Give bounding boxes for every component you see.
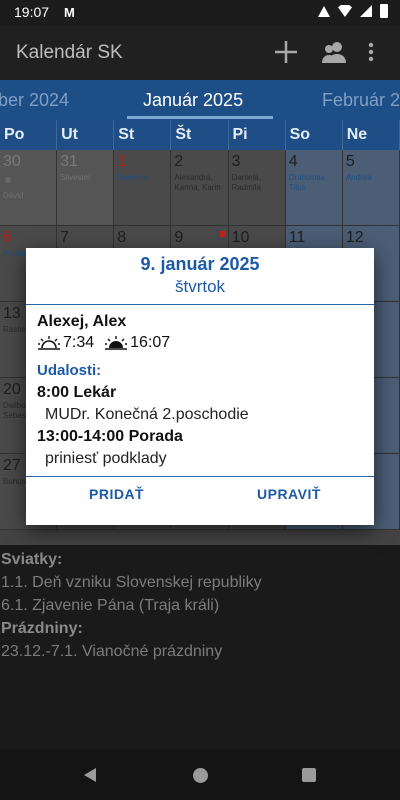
alert-icon [318, 5, 330, 17]
status-time: 19:07 [14, 4, 50, 20]
day-number: 1 [117, 153, 127, 170]
day-names: Andrea [345, 173, 372, 182]
holidays-label: Sviatky: [1, 551, 63, 568]
event-title[interactable]: 13:00-14:00 Porada [37, 428, 183, 446]
event-title[interactable]: 8:00 Lekár [37, 384, 116, 402]
moon-phase-icon [5, 176, 11, 183]
day-number: 30 [3, 153, 21, 170]
battery-icon [380, 4, 388, 18]
navigation-bar [0, 750, 400, 800]
gmail-icon: M [64, 5, 75, 20]
system-icons [318, 4, 388, 18]
weekday-label: Ne [343, 120, 400, 150]
add-button[interactable]: PRIDAŤ [89, 486, 144, 502]
day-number: 11 [288, 229, 306, 246]
weekday-label: Št [171, 120, 229, 150]
add-icon[interactable] [272, 38, 300, 71]
nameday-names: Alexej, Alex [37, 313, 127, 330]
day-number: 6 [3, 229, 12, 246]
calendar-day-cell[interactable]: 3 Daniela, Radmila [228, 150, 286, 226]
month-indicator [127, 116, 273, 119]
day-detail-dialog: 9. január 2025 štvrtok Alexej, Alex 7:34 [26, 248, 374, 525]
event-marker-icon [220, 231, 227, 237]
sunset-time: 16:07 [130, 334, 171, 351]
home-icon[interactable] [193, 768, 208, 783]
calendar-day-cell[interactable]: 5 Andrea [342, 150, 400, 226]
app-title: Kalendár SK [16, 42, 123, 63]
day-number: 4 [288, 153, 298, 170]
calendar-day-cell[interactable]: 4 Drahoslav, Titus [285, 150, 343, 226]
day-number: 5 [345, 153, 355, 170]
weekday-label: So [286, 120, 343, 150]
weekday-header: Po Ut St Št Pi So Ne [0, 120, 400, 150]
weekday-label: Ut [57, 120, 115, 150]
event-description[interactable]: MUDr. Konečná 2.poschodie [45, 406, 249, 424]
dialog-date: 9. január 2025 [140, 254, 260, 274]
back-icon[interactable] [84, 768, 96, 782]
dialog-weekday: štvrtok [174, 277, 226, 296]
sunrise-icon [37, 335, 61, 351]
month-previous[interactable]: ber 2024 [0, 90, 69, 111]
more-vert-icon[interactable] [366, 38, 376, 71]
recents-icon[interactable] [302, 768, 316, 782]
month-current[interactable]: Január 2025 [143, 90, 243, 111]
action-bar: Kalendár SK [0, 26, 400, 80]
day-names: Alexandra, Karina, Karin [174, 173, 221, 192]
month-next[interactable]: Február 2 [322, 90, 400, 111]
day-number: 3 [231, 153, 241, 170]
dialog-divider [26, 476, 374, 477]
dialog-divider [26, 304, 374, 305]
calendar-day-cell[interactable]: 31 Silvester [57, 150, 115, 226]
day-names: Drahoslav, Titus [288, 173, 327, 192]
sun-times: 7:34 16:07 [37, 334, 170, 352]
holiday-item: 1.1. Deň vzniku Slovenskej republiky [1, 574, 262, 591]
calendar-day-cell[interactable]: 1 Nový rok [114, 150, 172, 226]
day-number: 7 [60, 229, 70, 246]
day-names: Silvester [60, 173, 91, 182]
wifi-icon [338, 5, 352, 17]
vacation-item: 23.12.-7.1. Vianočné prázdniny [1, 643, 223, 660]
calendar-day-cell[interactable]: 30 Dávid [0, 150, 58, 226]
day-number: 12 [345, 229, 364, 246]
edit-button[interactable]: UPRAVIŤ [257, 486, 321, 502]
calendar-app: 19:07 M Kalendár SK ber 2024 Január 2025… [0, 0, 400, 800]
event-description[interactable]: priniesť podklady [45, 450, 167, 468]
sunset-icon [104, 335, 128, 351]
contacts-icon[interactable] [320, 38, 348, 71]
calendar-day-cell[interactable]: 2 Alexandra, Karina, Karin [171, 150, 229, 226]
day-number: 2 [174, 153, 184, 170]
day-names: Nový rok [117, 173, 149, 182]
sunrise-time: 7:34 [63, 334, 95, 351]
signal-icon [360, 5, 372, 17]
month-selector[interactable]: ber 2024 Január 2025 Február 2 [0, 80, 400, 120]
weekday-label: Po [0, 120, 58, 150]
status-bar: 19:07 M [0, 0, 400, 26]
day-number: 31 [60, 153, 78, 170]
day-number: 8 [117, 229, 127, 246]
events-label: Udalosti: [37, 362, 102, 379]
day-names: Dávid [3, 191, 24, 200]
day-names: Daniela, Radmila [231, 173, 261, 192]
day-number: 10 [231, 229, 250, 246]
weekday-label: St [114, 120, 172, 150]
vacations-label: Prázdniny: [1, 620, 83, 637]
weekday-label: Pi [229, 120, 286, 150]
month-info: Sviatky: 1.1. Deň vzniku Slovenskej repu… [0, 545, 400, 750]
holiday-item: 6.1. Zjavenie Pána (Traja králi) [1, 597, 220, 614]
